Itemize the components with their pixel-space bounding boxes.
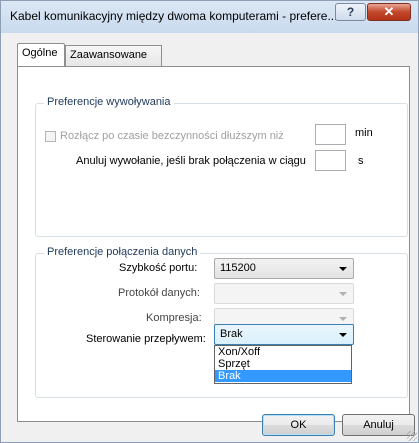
flow-control-value: Brak xyxy=(220,328,243,340)
chevron-down-icon xyxy=(339,292,347,296)
resize-grip-icon[interactable] xyxy=(407,431,417,441)
minutes-unit-label: min xyxy=(355,127,373,139)
data-connection-title: Preferencje połączenia danych xyxy=(44,246,201,258)
protocol-select[interactable] xyxy=(214,283,354,304)
port-speed-label: Szybkość portu: xyxy=(119,262,198,274)
flow-option-hardware[interactable]: Sprzęt xyxy=(215,358,351,370)
call-preferences-group: Preferencje wywoływania xyxy=(35,96,408,237)
flow-option-none[interactable]: Brak xyxy=(215,370,351,382)
flow-control-dropdown: Xon/Xoff Sprzęt Brak xyxy=(214,345,352,384)
call-preferences-title: Preferencje wywoływania xyxy=(44,96,174,108)
flow-control-select[interactable]: Brak xyxy=(214,324,354,345)
cancel-button[interactable]: Anuluj xyxy=(342,414,415,436)
cancel-seconds-input[interactable] xyxy=(315,150,346,171)
preferences-window: Kabel komunikacyjny między dwoma kompute… xyxy=(0,0,419,443)
seconds-unit-label: s xyxy=(358,155,364,167)
disconnect-minutes-input[interactable] xyxy=(315,124,346,145)
close-button[interactable]: ✕ xyxy=(367,3,411,21)
cancel-call-label: Anuluj wywołanie, jeśli brak połączenia … xyxy=(76,155,306,167)
port-speed-value: 115200 xyxy=(220,262,256,274)
window-title: Kabel komunikacyjny między dwoma kompute… xyxy=(10,9,338,23)
title-bar[interactable]: Kabel komunikacyjny między dwoma kompute… xyxy=(1,1,418,33)
dialog-client: Ogólne Zaawansowane Preferencje wywoływa… xyxy=(5,33,414,438)
chevron-down-icon xyxy=(339,333,347,337)
ok-button[interactable]: OK xyxy=(262,414,335,436)
help-button[interactable]: ? xyxy=(335,3,366,21)
disconnect-idle-checkbox[interactable] xyxy=(45,131,56,142)
disconnect-idle-label: Rozłącz po czasie bezczynności dłuższym … xyxy=(60,130,284,142)
flow-control-label: Sterowanie przepływem: xyxy=(86,333,206,345)
tab-advanced[interactable]: Zaawansowane xyxy=(65,45,162,66)
chevron-down-icon xyxy=(339,267,347,271)
tab-general[interactable]: Ogólne xyxy=(17,43,65,66)
protocol-label: Protokół danych: xyxy=(118,287,200,299)
port-speed-select[interactable]: 115200 xyxy=(214,258,354,279)
compression-label: Kompresja: xyxy=(146,312,202,324)
flow-option-xonxoff[interactable]: Xon/Xoff xyxy=(215,346,351,358)
chevron-down-icon xyxy=(339,317,347,321)
